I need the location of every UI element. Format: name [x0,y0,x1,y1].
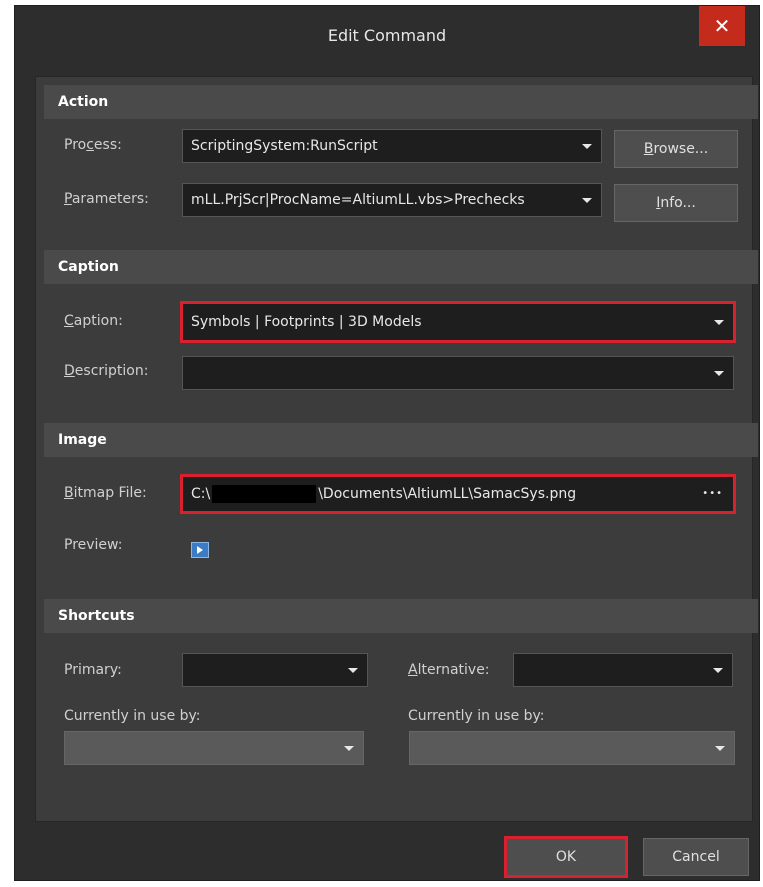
process-label: Process: [64,137,122,153]
caption-value: Symbols | Footprints | 3D Models [191,314,422,330]
description-combo[interactable] [182,356,734,390]
cancel-button[interactable]: Cancel [643,838,749,876]
preview-image-icon [191,542,209,558]
bitmap-file-label: Bitmap File: [64,485,147,501]
caption-combo[interactable]: Symbols | Footprints | 3D Models [180,301,736,343]
dialog-footer: OK Cancel [15,826,759,882]
close-icon: ✕ [713,14,731,38]
chevron-down-icon [581,184,593,216]
process-combo[interactable]: ScriptingSystem:RunScript [182,129,602,163]
section-header-image: Image [44,423,758,457]
in-use-left-combo[interactable] [64,731,364,765]
edit-command-dialog: Edit Command ✕ Action Process: Scripting… [14,5,760,881]
chevron-down-icon [712,654,724,686]
section-header-action: Action [44,85,758,119]
browse-button[interactable]: Browse... [614,130,738,168]
parameters-combo[interactable]: mLL.PrjScr|ProcName=AltiumLL.vbs>Prechec… [182,183,602,217]
in-use-left-label: Currently in use by: [64,708,201,724]
close-button[interactable]: ✕ [699,6,745,46]
ellipsis-icon[interactable]: ••• [702,477,723,511]
chevron-down-icon [714,732,726,764]
section-header-caption: Caption [44,250,758,284]
bitmap-file-input[interactable]: C:\ \Documents\AltiumLL\SamacSys.png ••• [180,474,736,514]
chevron-down-icon [581,130,593,162]
bitmap-path-prefix: C:\ [191,486,211,502]
process-value: ScriptingSystem:RunScript [191,138,378,154]
primary-label: Primary: [64,662,122,678]
redacted-username [212,485,317,503]
chevron-down-icon [713,304,725,340]
info-button[interactable]: Info... [614,184,738,222]
dialog-content: Action Process: ScriptingSystem:RunScrip… [35,76,758,822]
alternative-label: Alternative: [408,662,490,678]
bitmap-path-suffix: \Documents\AltiumLL\SamacSys.png [318,486,577,502]
preview-label: Preview: [64,537,123,553]
dialog-title: Edit Command [327,26,447,45]
title-bar: Edit Command ✕ [15,6,759,68]
ok-button[interactable]: OK [504,836,628,878]
parameters-label: Parameters: [64,191,149,207]
alternative-shortcut-combo[interactable] [513,653,733,687]
in-use-right-combo[interactable] [409,731,735,765]
parameters-value: mLL.PrjScr|ProcName=AltiumLL.vbs>Prechec… [191,192,525,208]
in-use-right-label: Currently in use by: [408,708,545,724]
section-header-shortcuts: Shortcuts [44,599,758,633]
primary-shortcut-combo[interactable] [182,653,368,687]
description-label: Description: [64,363,149,379]
chevron-down-icon [343,732,355,764]
chevron-down-icon [713,357,725,389]
caption-label: Caption: [64,313,123,329]
chevron-down-icon [347,654,359,686]
